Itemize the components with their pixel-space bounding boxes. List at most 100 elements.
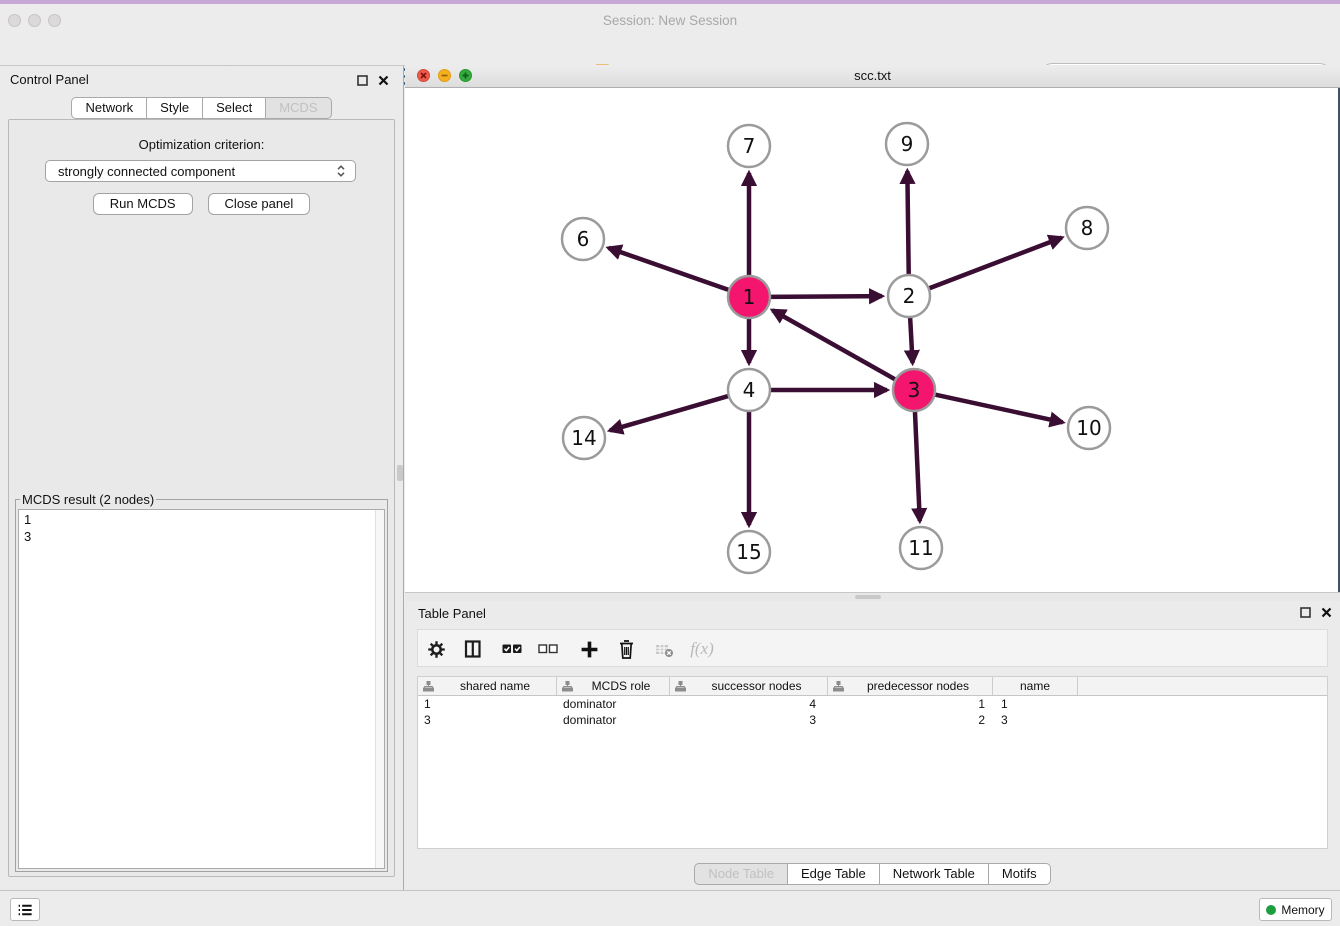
list-icon bbox=[16, 901, 34, 919]
tab-edge-table[interactable]: Edge Table bbox=[788, 863, 880, 885]
column-header-name[interactable]: name bbox=[993, 677, 1078, 695]
horizontal-splitter-handle[interactable] bbox=[855, 595, 881, 599]
table-panel-tabs: Node TableEdge TableNetwork TableMotifs bbox=[694, 863, 1050, 885]
column-header-shared-name[interactable]: shared name bbox=[418, 677, 557, 695]
graph-node-label: 10 bbox=[1076, 416, 1101, 440]
network-title: scc.txt bbox=[405, 65, 1340, 87]
graph-edge-3-10[interactable] bbox=[933, 394, 1063, 422]
table-toolbar: f(x) bbox=[417, 629, 1328, 667]
cell-predecessor-nodes[interactable]: 1 bbox=[828, 697, 993, 711]
status-bar: Memory bbox=[0, 890, 1340, 926]
control-panel: Control Panel NetworkStyleSelectMCDS Opt… bbox=[0, 66, 404, 890]
function-builder-icon: f(x) bbox=[682, 633, 722, 665]
run-mcds-button[interactable]: Run MCDS bbox=[93, 193, 193, 215]
graph-node-15[interactable]: 15 bbox=[728, 531, 770, 573]
table-row-1[interactable]: 1dominator411 bbox=[418, 696, 1327, 712]
close-table-panel-icon[interactable] bbox=[1319, 605, 1333, 619]
deselect-all-icon[interactable] bbox=[532, 633, 564, 665]
cell-name[interactable]: 3 bbox=[993, 713, 1078, 727]
close-panel-button[interactable]: Close panel bbox=[208, 193, 311, 215]
column-header-predecessor-nodes[interactable]: predecessor nodes bbox=[828, 677, 993, 695]
mcds-result-values: 1 3 bbox=[19, 510, 384, 546]
column-header-mcds-role[interactable]: MCDS role bbox=[557, 677, 670, 695]
table-body: 1dominator4113dominator323 bbox=[418, 696, 1327, 728]
graph-node-2[interactable]: 2 bbox=[888, 275, 930, 317]
tab-style[interactable]: Style bbox=[147, 97, 203, 119]
cell-successor-nodes[interactable]: 4 bbox=[670, 697, 828, 711]
dropdown-chevrons-icon bbox=[335, 164, 347, 178]
main-toolbar bbox=[0, 30, 1340, 66]
graph-edge-4-14[interactable] bbox=[610, 395, 731, 430]
network-canvas[interactable]: 7 9 6 8 1 2 4 3 14 10 15 11 bbox=[405, 88, 1340, 592]
graph-node-10[interactable]: 10 bbox=[1068, 407, 1110, 449]
table-settings-gear-icon[interactable] bbox=[420, 633, 452, 665]
graph-node-6[interactable]: 6 bbox=[562, 218, 604, 260]
graph-node-4[interactable]: 4 bbox=[728, 369, 770, 411]
tab-select[interactable]: Select bbox=[203, 97, 266, 119]
tab-node-table[interactable]: Node Table bbox=[694, 863, 788, 885]
graph-node-label: 14 bbox=[571, 426, 596, 450]
criterion-dropdown[interactable]: strongly connected component bbox=[45, 160, 356, 182]
network-graph: 7 9 6 8 1 2 4 3 14 10 15 11 bbox=[405, 88, 1338, 592]
result-scrollbar[interactable] bbox=[375, 510, 384, 868]
mac-titlebar: Session: New Session bbox=[0, 4, 1340, 30]
graph-node-label: 1 bbox=[743, 285, 756, 309]
optimization-criterion-label: Optimization criterion: bbox=[9, 137, 394, 152]
cell-shared-name[interactable]: 3 bbox=[418, 713, 557, 727]
graph-node-label: 3 bbox=[908, 378, 921, 402]
column-header-successor-nodes[interactable]: successor nodes bbox=[670, 677, 828, 695]
network-window-titlebar: scc.txt bbox=[405, 65, 1340, 88]
vertical-splitter-handle[interactable] bbox=[397, 465, 403, 481]
memory-button[interactable]: Memory bbox=[1259, 898, 1332, 921]
node-table: shared nameMCDS role successor nodes prede… bbox=[417, 676, 1328, 849]
graph-edge-3-11[interactable] bbox=[915, 409, 920, 521]
graph-node-7[interactable]: 7 bbox=[728, 125, 770, 167]
horizontal-splitter[interactable] bbox=[405, 592, 1340, 601]
graph-node-1[interactable]: 1 bbox=[728, 276, 770, 318]
close-panel-icon[interactable] bbox=[376, 73, 390, 87]
graph-node-9[interactable]: 9 bbox=[886, 123, 928, 165]
mcds-result-box: MCDS result (2 nodes) 1 3 bbox=[15, 492, 388, 872]
tab-network-table[interactable]: Network Table bbox=[880, 863, 989, 885]
create-column-plus-icon[interactable] bbox=[573, 633, 605, 665]
graph-edge-1-2[interactable] bbox=[768, 296, 882, 297]
table-row-2[interactable]: 3dominator323 bbox=[418, 712, 1327, 728]
select-all-icon[interactable] bbox=[496, 633, 528, 665]
tab-mcds[interactable]: MCDS bbox=[266, 97, 331, 119]
graph-node-14[interactable]: 14 bbox=[563, 417, 605, 459]
graph-edge-2-9[interactable] bbox=[907, 171, 908, 277]
cell-successor-nodes[interactable]: 3 bbox=[670, 713, 828, 727]
graph-node-8[interactable]: 8 bbox=[1066, 207, 1108, 249]
delete-column-trash-icon[interactable] bbox=[610, 633, 642, 665]
graph-node-label: 9 bbox=[901, 132, 914, 156]
tab-network[interactable]: Network bbox=[71, 97, 147, 119]
control-panel-tabs: NetworkStyleSelectMCDS bbox=[0, 97, 403, 119]
float-table-panel-icon[interactable] bbox=[1298, 605, 1312, 619]
graph-edge-3-1[interactable] bbox=[773, 310, 898, 380]
show-panels-list-button[interactable] bbox=[10, 898, 40, 921]
memory-status-dot bbox=[1266, 905, 1276, 915]
cell-mcds-role[interactable]: dominator bbox=[557, 713, 670, 727]
graph-node-label: 7 bbox=[743, 134, 756, 158]
column-label: predecessor nodes bbox=[844, 679, 992, 693]
control-panel-title: Control Panel bbox=[10, 72, 89, 87]
float-panel-icon[interactable] bbox=[355, 73, 369, 87]
graph-edge-1-6[interactable] bbox=[608, 248, 731, 291]
graph-edge-2-3[interactable] bbox=[910, 315, 913, 363]
graph-node-label: 8 bbox=[1081, 216, 1094, 240]
cell-mcds-role[interactable]: dominator bbox=[557, 697, 670, 711]
memory-label: Memory bbox=[1281, 903, 1324, 917]
graph-edge-2-8[interactable] bbox=[927, 238, 1062, 290]
graph-node-3[interactable]: 3 bbox=[893, 369, 935, 411]
column-label: name bbox=[993, 679, 1077, 693]
graph-node-11[interactable]: 11 bbox=[900, 527, 942, 569]
graph-node-label: 4 bbox=[743, 378, 756, 402]
graph-node-label: 6 bbox=[577, 227, 590, 251]
table-panel: Table Panel bbox=[405, 601, 1340, 890]
cell-shared-name[interactable]: 1 bbox=[418, 697, 557, 711]
cell-predecessor-nodes[interactable]: 2 bbox=[828, 713, 993, 727]
cell-name[interactable]: 1 bbox=[993, 697, 1078, 711]
column-visibility-icon[interactable] bbox=[457, 633, 489, 665]
column-label: successor nodes bbox=[686, 679, 827, 693]
tab-motifs[interactable]: Motifs bbox=[989, 863, 1051, 885]
